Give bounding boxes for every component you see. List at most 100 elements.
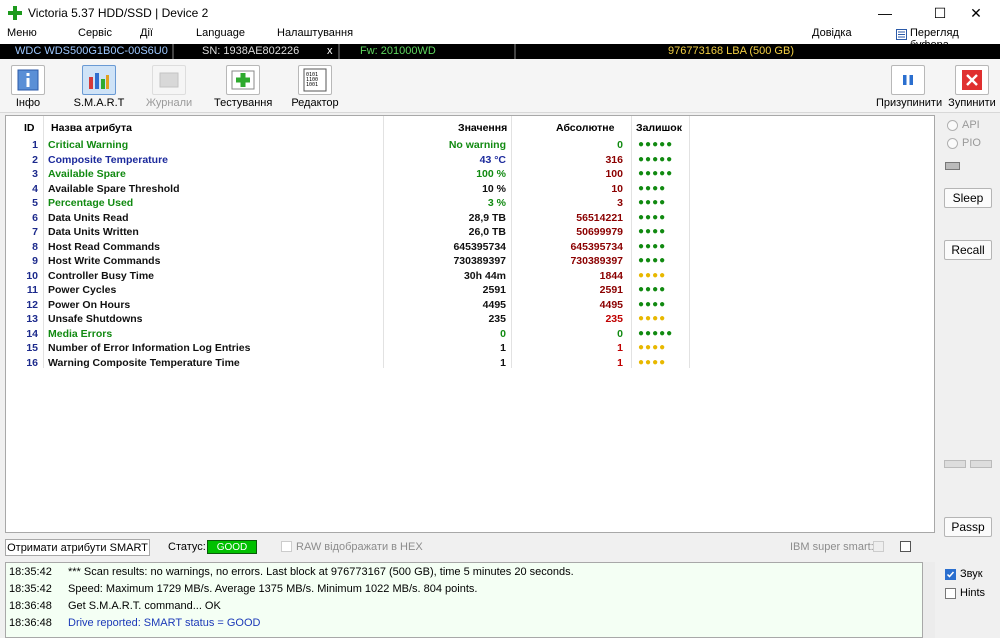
attribute-name: Available Spare: [48, 168, 126, 180]
hints-checkbox[interactable]: [945, 588, 956, 599]
attribute-absolute: 100: [605, 168, 623, 180]
indicator-led: [945, 162, 960, 170]
right-control-panel: API PIO Sleep Recall Passp: [939, 115, 1000, 540]
table-row[interactable]: 2 Composite Temperature 43 °C 316 ●●●●●: [6, 154, 936, 169]
pause-button[interactable]: Призупинити: [876, 63, 942, 111]
table-row[interactable]: 13 Unsafe Shutdowns 235 235 ●●●●: [6, 313, 936, 328]
log-time: 18:35:42: [9, 583, 52, 595]
table-row[interactable]: 4 Available Spare Threshold 10 % 10 ●●●●: [6, 183, 936, 198]
buffer-icon: [896, 29, 907, 40]
attribute-absolute: 0: [617, 139, 623, 151]
attribute-id: 9: [32, 255, 38, 267]
attribute-name: Available Spare Threshold: [48, 182, 180, 195]
get-smart-button[interactable]: Отримати атрибути SMART: [5, 539, 150, 556]
log-scrollbar[interactable]: [923, 562, 935, 638]
table-row[interactable]: 6 Data Units Read 28,9 TB 56514221 ●●●●: [6, 212, 936, 227]
pio-radio[interactable]: [947, 138, 958, 149]
table-row[interactable]: 5 Percentage Used 3 % 3 ●●●●: [6, 197, 936, 212]
toolbar: Інфо S.M.A.R.T Журнали Тестування 0101 11…: [0, 59, 1000, 113]
attribute-absolute: 56514221: [576, 211, 623, 224]
menu-item-settings[interactable]: Налаштування: [277, 27, 353, 39]
sound-checkbox[interactable]: [945, 569, 956, 580]
attribute-id: 12: [26, 298, 38, 311]
minimize-button[interactable]: —: [862, 0, 908, 26]
testing-button[interactable]: Тестування: [214, 63, 272, 111]
attribute-value: 235: [488, 313, 506, 325]
raw-hex-label: RAW відображати в HEX: [296, 541, 423, 553]
pio-label: PIO: [962, 137, 981, 149]
smart-label: S.M.A.R.T: [73, 97, 125, 109]
menu-item-service[interactable]: Сервіс: [78, 27, 112, 39]
table-row[interactable]: 9 Host Write Commands 730389397 730389397 ●●…: [6, 255, 936, 270]
header-value[interactable]: Значення: [458, 122, 507, 134]
stop-button[interactable]: Зупинити: [946, 63, 998, 111]
attribute-id: 16: [26, 356, 38, 369]
sound-label: Звук: [960, 568, 983, 580]
menu-item-actions[interactable]: Дії: [140, 27, 153, 39]
attribute-name: Percentage Used: [48, 197, 134, 209]
table-row[interactable]: 15 Number of Error Information Log Entrie…: [6, 342, 936, 357]
log-time: 18:36:48: [9, 600, 52, 612]
attribute-remaining: ●●●●: [638, 182, 667, 194]
editor-binary-icon: 0101 1100 1001: [298, 65, 332, 95]
attribute-value: 30h 44m: [463, 269, 506, 282]
attribute-value: 645395734: [453, 240, 506, 253]
table-row[interactable]: 12 Power On Hours 4495 4495 ●●●●: [6, 299, 936, 314]
attribute-remaining: ●●●●: [638, 356, 667, 368]
device-model[interactable]: WDC WDS500G1B0C-00S6U0: [15, 45, 168, 57]
attribute-id: 4: [32, 182, 38, 195]
extra-checkbox[interactable]: [900, 541, 911, 552]
attribute-value: 730389397: [453, 255, 506, 267]
ibm-super-smart-checkbox[interactable]: [873, 541, 884, 552]
table-row[interactable]: 16 Warning Composite Temperature Time 1 1 ●●…: [6, 357, 936, 372]
attribute-remaining: ●●●●: [638, 284, 667, 295]
table-row[interactable]: 3 Available Spare 100 % 100 ●●●●●: [6, 168, 936, 183]
attribute-absolute: 1844: [599, 269, 623, 282]
passp-button[interactable]: Passp: [944, 517, 992, 537]
header-remaining[interactable]: Залишок: [636, 122, 682, 134]
editor-button[interactable]: 0101 1100 1001 Редактор: [290, 63, 340, 111]
menu-item-menu[interactable]: Меню: [7, 27, 37, 39]
header-attribute-name[interactable]: Назва атрибута: [51, 122, 132, 134]
journals-icon: [152, 65, 186, 95]
smart-chart-icon: [82, 65, 116, 95]
api-radio[interactable]: [947, 120, 958, 131]
attribute-value: 0: [500, 327, 506, 340]
raw-hex-checkbox[interactable]: [281, 541, 292, 552]
attribute-remaining: ●●●●: [638, 255, 667, 266]
menu-item-help[interactable]: Довідка: [812, 27, 852, 39]
attribute-name: Composite Temperature: [48, 153, 168, 166]
table-row[interactable]: 7 Data Units Written 26,0 TB 50699979 ●●●●: [6, 226, 936, 241]
pause-icon: [891, 65, 925, 95]
log-time: 18:36:48: [9, 617, 52, 629]
smart-button[interactable]: S.M.A.R.T: [72, 63, 126, 111]
journals-button[interactable]: Журнали: [145, 63, 193, 111]
smart-attributes-table[interactable]: ID Назва атрибута Значення Абсолютне Зал…: [5, 115, 935, 533]
info-button[interactable]: Інфо: [8, 63, 48, 111]
sleep-button[interactable]: Sleep: [944, 188, 992, 208]
header-absolute[interactable]: Абсолютне: [556, 122, 614, 134]
ibm-super-smart-label: IBM super smart:: [790, 541, 874, 553]
attribute-absolute: 50699979: [576, 226, 623, 238]
attribute-name: Host Read Commands: [48, 240, 161, 253]
attribute-value: 1: [500, 342, 506, 354]
attribute-absolute: 4495: [599, 298, 623, 311]
log-panel[interactable]: 18:35:42 *** Scan results: no warnings, n…: [5, 562, 923, 638]
recall-button[interactable]: Recall: [944, 240, 992, 260]
attribute-remaining: ●●●●●: [638, 139, 674, 150]
attribute-name: Data Units Written: [48, 226, 139, 238]
attribute-id: 8: [32, 240, 38, 253]
close-button[interactable]: ✕: [953, 0, 999, 26]
attribute-value: 28,9 TB: [468, 211, 506, 224]
attribute-remaining: ●●●●: [638, 226, 667, 237]
attribute-remaining: ●●●●: [638, 240, 667, 252]
table-row[interactable]: 14 Media Errors 0 0 ●●●●●: [6, 328, 936, 343]
table-row[interactable]: 1 Critical Warning No warning 0 ●●●●●: [6, 139, 936, 154]
log-message: Get S.M.A.R.T. command... OK: [68, 600, 221, 612]
menu-item-language[interactable]: Language: [196, 27, 245, 39]
table-row[interactable]: 8 Host Read Commands 645395734 645395734 ●●●…: [6, 241, 936, 256]
table-row[interactable]: 11 Power Cycles 2591 2591 ●●●●: [6, 284, 936, 299]
close-device-x[interactable]: x: [327, 45, 333, 57]
table-row[interactable]: 10 Controller Busy Time 30h 44m 1844 ●●●●: [6, 270, 936, 285]
header-id[interactable]: ID: [24, 122, 35, 134]
